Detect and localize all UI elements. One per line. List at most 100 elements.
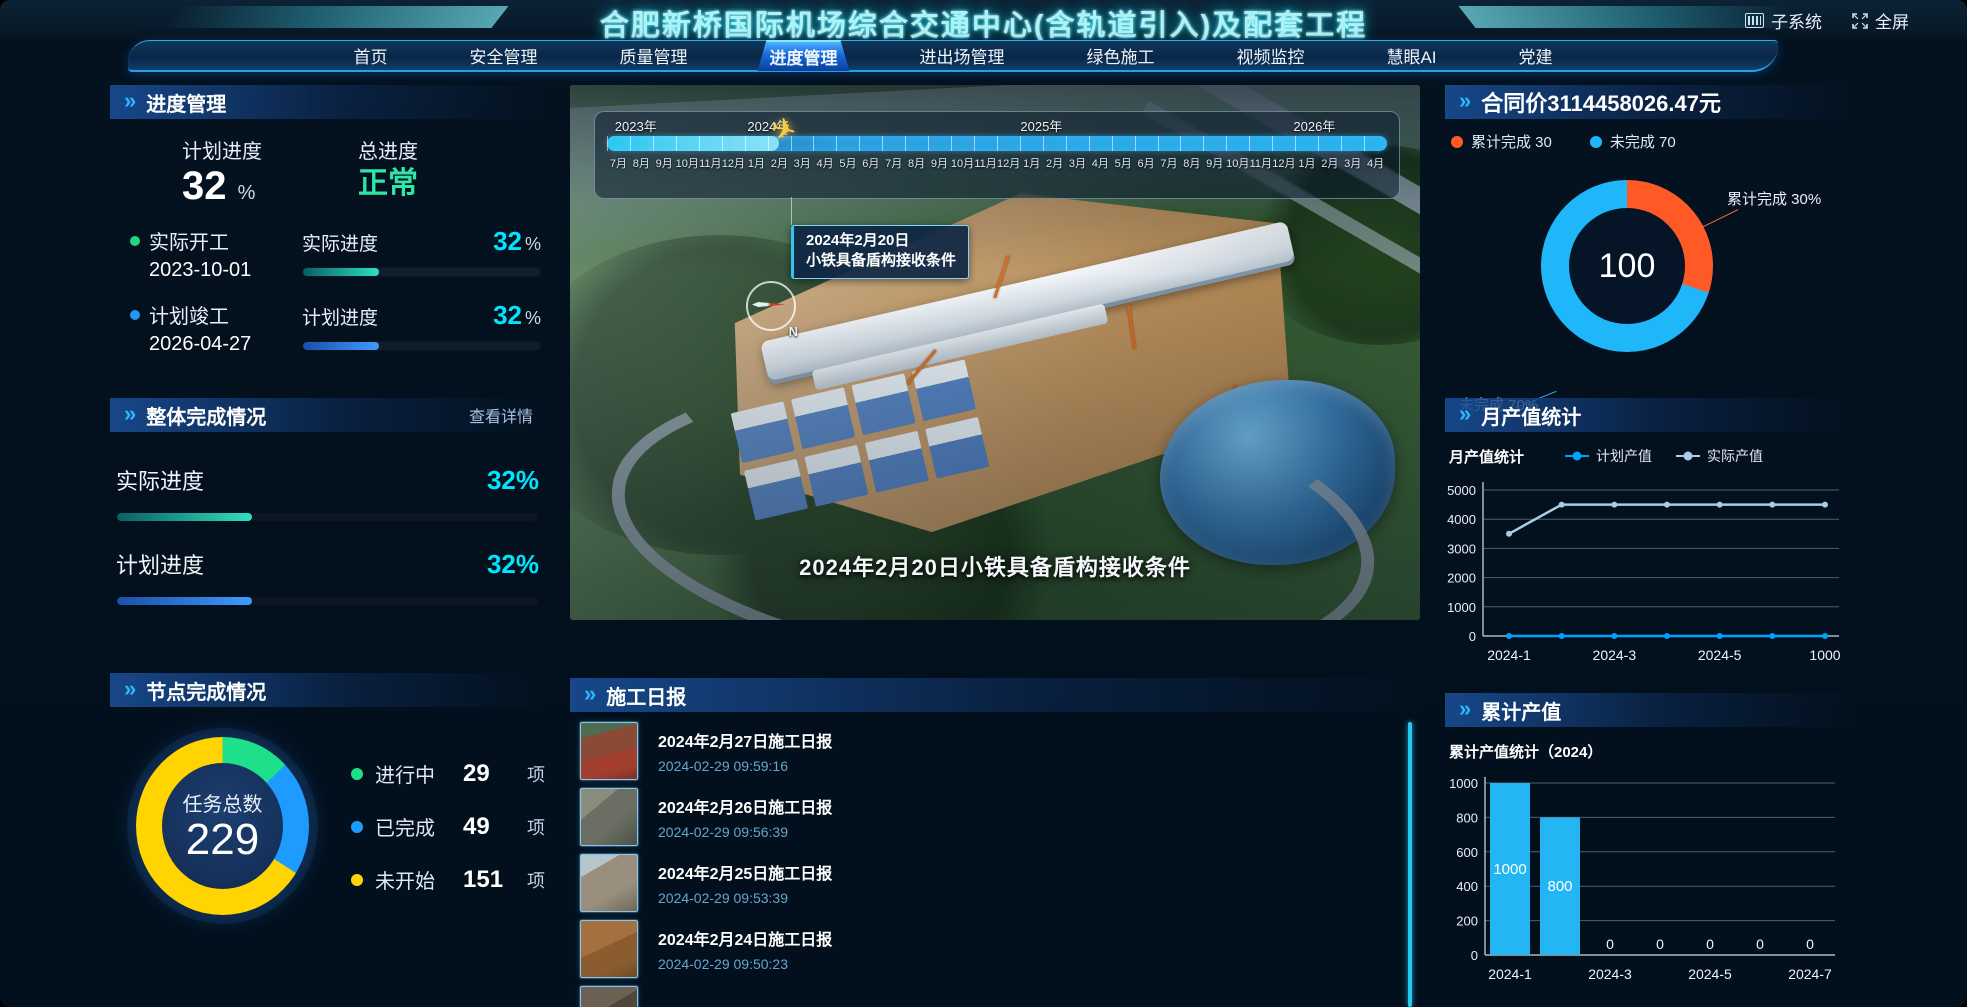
legend-item: 未开始 151 项 [351,865,545,894]
panel-title: 累计产值 [1481,696,1561,725]
milestone-tooltip: 2024年2月20日 小铁具备盾构接收条件 [791,225,969,279]
report-item[interactable]: 2024年2月26日施工日报2024-02-29 09:56:39 [580,788,1394,845]
timeline-year-label: 2025年 [1020,116,1062,135]
monthly-panel-header: » 月产值统计 [1445,398,1852,432]
timeline-month-label: 7月 [607,155,630,171]
nav-tabs: 首页 安全管理 质量管理 进度管理 进出场管理 绿色施工 视频监控 慧眼AI 党建 [128,41,1778,70]
view-details-link[interactable]: 查看详情 [469,403,533,427]
legend-item: 已完成 49 项 [351,812,545,841]
contract-donut-chart: 100 [1541,180,1713,352]
svg-text:0: 0 [1756,936,1764,952]
svg-text:2000: 2000 [1447,571,1476,586]
nav-tab[interactable]: 首页 [341,41,399,70]
page-title: 合肥新桥国际机场综合交通中心(含轨道引入)及配套工程 [0,2,1967,44]
nav-tab[interactable]: 党建 [1507,41,1565,70]
callout-label: 累计完成 30% [1727,188,1821,209]
nav-tab[interactable]: 视频监控 [1224,41,1316,70]
timeline-month-label: 1月 [745,155,768,171]
timeline-month-label: 3月 [1341,155,1364,171]
nav-tab[interactable]: 绿色施工 [1074,41,1166,70]
panel-title: 整体完成情况 [146,401,266,430]
timeline-month-label: 3月 [791,155,814,171]
timeline-month-label: 10月 [951,155,974,171]
legend-line-icon [1565,455,1589,457]
legend-dot-icon [351,874,363,886]
panel-title: 合同价3114458026.47元 [1481,86,1721,118]
legend-item: 计划产值 [1565,446,1652,466]
svg-text:1000: 1000 [1809,647,1840,663]
timeline-month-label: 3月 [1066,155,1089,171]
svg-text:0: 0 [1471,948,1478,963]
timeline-month-label: 8月 [905,155,928,171]
nav-tab[interactable]: 慧眼AI [1374,41,1448,70]
contract-legend: 累计完成 30 未完成 70 [1451,131,1852,152]
timeline-ticks [607,136,1387,151]
overall-plan-bar [116,596,539,606]
total-progress-label: 总进度 [358,135,418,164]
timeline-month-label: 9月 [928,155,951,171]
svg-text:0: 0 [1656,936,1664,952]
nav-tab[interactable]: 进度管理 [757,40,849,71]
svg-text:0: 0 [1806,936,1814,952]
report-title: 2024年2月26日施工日报 [658,794,832,818]
node-panel-header: » 节点完成情况 [110,673,545,707]
donut-center-label: 任务总数 [183,788,263,817]
legend-item: 进行中 29 项 [351,759,545,788]
overall-actual-bar [116,512,539,522]
chevron-icon: » [584,683,596,705]
timeline-year-label: 2023年 [615,116,657,135]
panel-title: 施工日报 [606,681,686,710]
subsystem-button[interactable]: 子系统 [1745,8,1822,33]
chevron-icon: » [124,678,136,700]
plan-finish-date: 2026-04-27 [149,333,302,356]
cumulative-subheader: 累计产值统计（2024） [1447,741,1850,763]
progress-stats: 计划进度 32 % 总进度 正常 [182,135,545,208]
report-item[interactable] [580,986,1394,1007]
contract-panel: » 合同价3114458026.47元 累计完成 30 未完成 70 100 [1445,85,1852,402]
timeline-month-label: 10月 [676,155,699,171]
plan-progress-row-value: 32% [493,300,541,331]
svg-text:800: 800 [1547,878,1572,895]
fullscreen-button[interactable]: 全屏 [1852,8,1909,33]
svg-text:2024-1: 2024-1 [1488,966,1532,982]
timeline-month-label: 7月 [1158,155,1181,171]
timeline-month-label: 8月 [1180,155,1203,171]
svg-text:2024-3: 2024-3 [1593,647,1637,663]
overall-plan-row: 计划进度 32% [110,548,545,606]
svg-text:2024-5: 2024-5 [1688,966,1732,982]
blue-dot-icon [130,310,140,320]
report-item[interactable]: 2024年2月27日施工日报2024-02-29 09:59:16 [580,722,1394,779]
svg-text:1000: 1000 [1493,861,1526,878]
overall-panel-header: » 整体完成情况 查看详情 [110,398,545,432]
site-3d-render: 2023年2024年2025年2026年 ✈ 7月8月9月10月11月12月1月… [570,85,1420,620]
svg-text:2024-3: 2024-3 [1588,966,1632,982]
report-item[interactable]: 2024年2月25日施工日报2024-02-29 09:53:39 [580,854,1394,911]
green-dot-icon [130,236,140,246]
actual-progress-label: 实际进度 [302,229,378,256]
plan-progress-value: 32 % [182,164,262,208]
svg-text:0: 0 [1706,936,1714,952]
daily-report-panel: » 施工日报 2024年2月27日施工日报2024-02-29 09:59:16… [570,678,1420,1007]
nav-tab[interactable]: 安全管理 [457,41,549,70]
report-list: 2024年2月27日施工日报2024-02-29 09:59:16 2024年2月… [570,722,1420,1007]
svg-text:800: 800 [1456,810,1478,825]
timeline-month-label: 6月 [1135,155,1158,171]
compass-icon: N [746,281,796,331]
actual-start-date: 2023-10-01 [149,259,302,282]
scrollbar[interactable] [1408,722,1412,1007]
legend-dot-icon [351,821,363,833]
timeline-track: ✈ [607,136,1387,151]
actual-progress-bar [302,267,541,277]
nav-tab[interactable]: 质量管理 [607,41,699,70]
monthly-line-chart: 0100020003000400050002024-12024-32024-51… [1437,472,1852,677]
svg-text:0: 0 [1469,629,1476,644]
report-time: 2024-02-29 09:53:39 [658,890,832,906]
task-donut-chart: 任务总数 229 [136,737,309,915]
timeline-pointer-line [791,197,792,225]
svg-text:600: 600 [1456,845,1478,860]
report-item[interactable]: 2024年2月24日施工日报2024-02-29 09:50:23 [580,920,1394,977]
monitor-icon [1745,13,1764,28]
chart-subtitle: 累计产值统计（2024） [1449,741,1602,762]
nav-tab[interactable]: 进出场管理 [907,41,1016,70]
svg-text:2024-1: 2024-1 [1487,647,1531,663]
